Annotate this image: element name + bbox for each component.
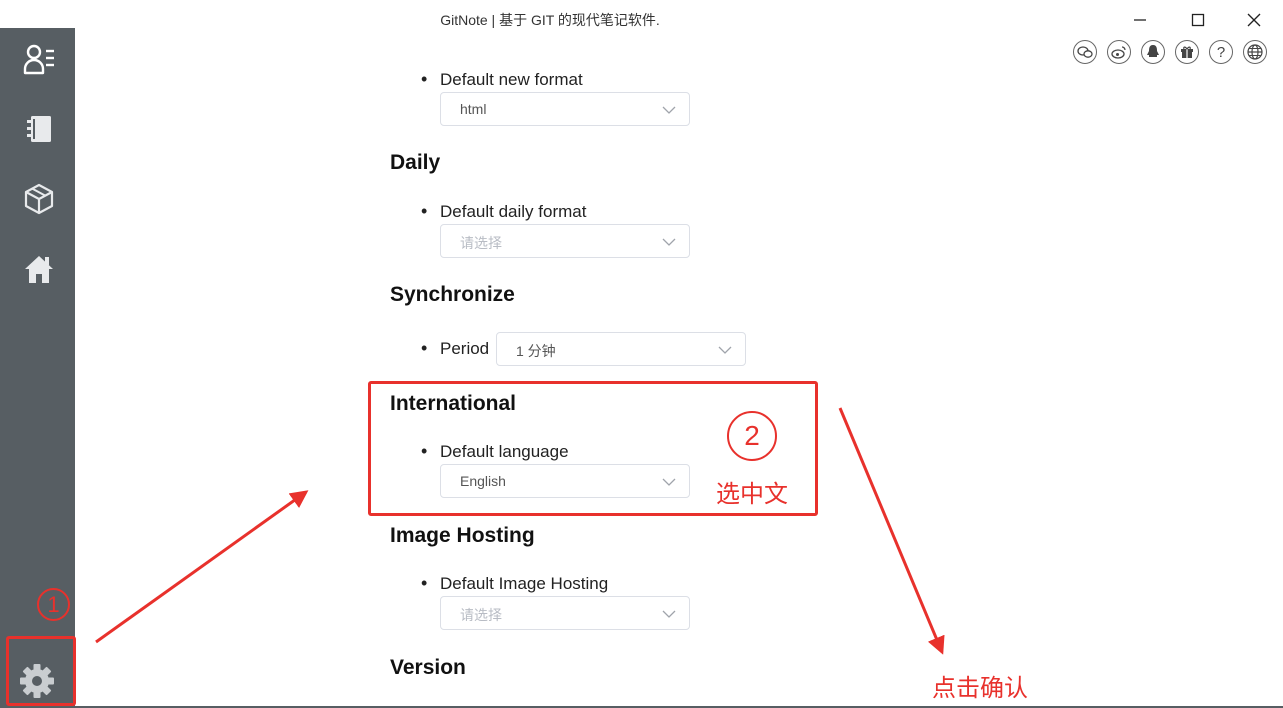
arrow-to-confirm <box>838 407 945 655</box>
annotation-arrows <box>95 407 945 655</box>
app-window: GitNote | 基于 GIT 的现代笔记软件. ? • Default ne… <box>0 0 1283 708</box>
arrow-to-international <box>95 490 309 644</box>
